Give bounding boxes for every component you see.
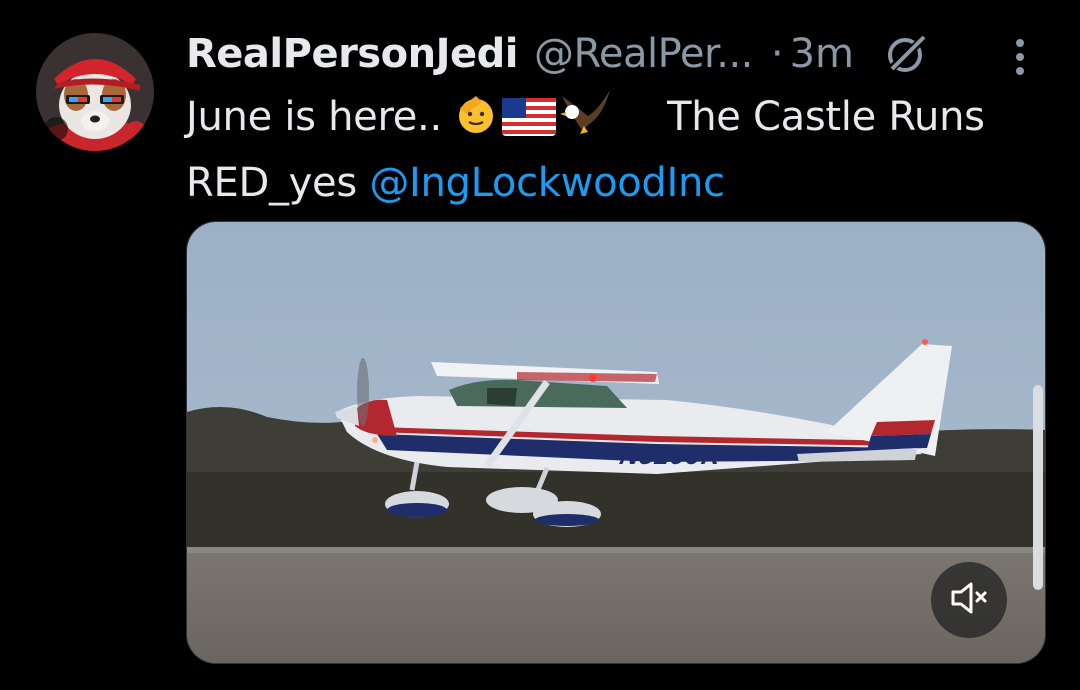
media-scroll-edge <box>1033 385 1043 590</box>
saluting-face-emoji <box>454 93 500 153</box>
tweet-text-end: The Castle Runs <box>667 94 985 140</box>
tweet[interactable]: RealPersonJedi @RealPer... · 3m June is … <box>0 0 1080 690</box>
grok-icon[interactable] <box>884 32 928 76</box>
separator-dot: · <box>770 31 784 77</box>
eagle-emoji <box>558 86 614 153</box>
tweet-header: RealPersonJedi @RealPer... · 3m <box>186 26 928 82</box>
mute-button[interactable] <box>931 562 1007 638</box>
tweet-text-start: June is here.. <box>186 94 442 140</box>
tweet-text-line-2: RED_yes @IngLockwoodInc <box>186 153 1026 213</box>
tail-number: N529JK <box>617 440 727 470</box>
tweet-text-red-yes: RED_yes <box>186 160 357 206</box>
avatar[interactable] <box>36 33 154 151</box>
tweet-text-line-1: June is here.. The Castle Runs <box>186 86 1026 153</box>
timestamp[interactable]: 3m <box>790 31 854 77</box>
user-handle[interactable]: @RealPer... <box>534 31 753 77</box>
us-flag-emoji <box>502 93 557 153</box>
more-vertical-icon[interactable] <box>1008 36 1032 80</box>
volume-muted-icon <box>947 576 991 624</box>
video-player[interactable]: N529JK <box>186 221 1046 664</box>
mention-link[interactable]: @IngLockwoodInc <box>369 160 725 206</box>
display-name[interactable]: RealPersonJedi <box>186 31 518 77</box>
tweet-text: June is here.. The Castle Runs RED_yes @… <box>186 86 1026 213</box>
